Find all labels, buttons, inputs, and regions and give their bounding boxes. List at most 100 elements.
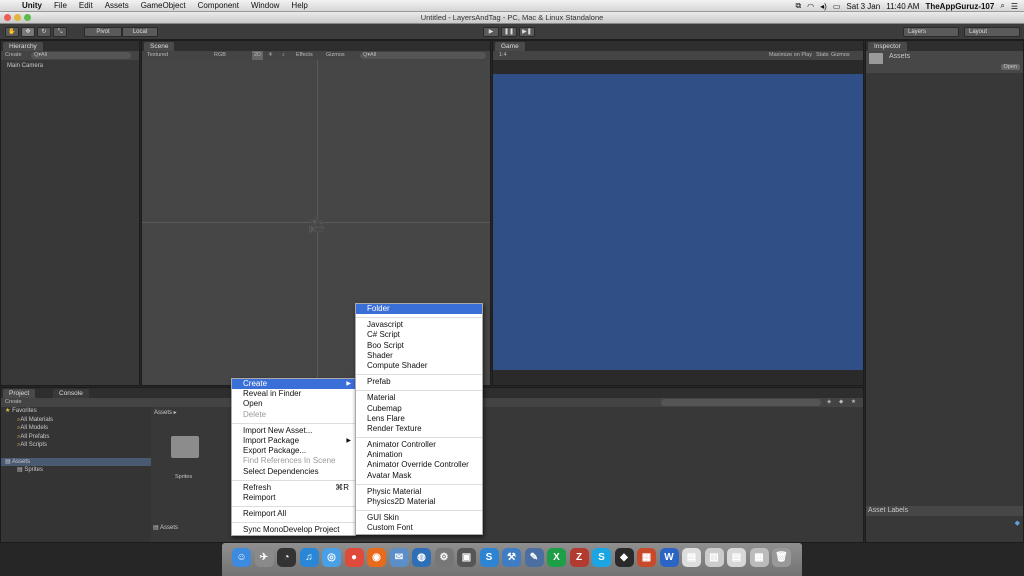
create-item-animation[interactable]: Animation (356, 450, 482, 460)
menu-gameobject[interactable]: GameObject (135, 1, 192, 10)
texturepacker-icon[interactable]: ▦ (637, 548, 656, 567)
menubar-date[interactable]: Sat 3 Jan (846, 2, 880, 11)
status-tray-icon[interactable]: ⧉ (795, 1, 801, 11)
trash-icon[interactable]: 🗑 (772, 548, 791, 567)
menubar-user[interactable]: TheAppGuruz-107 (925, 2, 994, 11)
spotlight-icon[interactable]: ⌕ (1000, 1, 1004, 11)
menu-item-import-package[interactable]: Import Package ▶ (232, 436, 355, 446)
stacks-icon[interactable]: ▦ (749, 548, 769, 567)
menu-item-sync-monodevelop-project[interactable]: Sync MonoDevelop Project (232, 525, 355, 535)
favorite-all-materials[interactable]: ⌕All Materials (1, 416, 151, 425)
favorite-search-icon[interactable]: ★ (851, 398, 856, 407)
pivot-toggle[interactable]: Pivot (84, 27, 122, 37)
firefox-icon[interactable]: ◉ (367, 548, 386, 567)
favorite-all-models[interactable]: ⌕All Models (1, 424, 151, 433)
menu-file[interactable]: File (48, 1, 73, 10)
project-create-button[interactable]: Create (5, 398, 22, 407)
scale-tool-icon[interactable]: ⤡ (53, 27, 67, 37)
menu-item-export-package[interactable]: Export Package... (232, 446, 355, 456)
step-button[interactable]: ▶❚ (519, 27, 535, 37)
menu-item-select-dependencies[interactable]: Select Dependencies (232, 467, 355, 477)
scene-effects-dropdown[interactable]: Effects (296, 51, 313, 60)
create-item-c-script[interactable]: C# Script (356, 330, 482, 340)
tab-scene[interactable]: Scene (144, 42, 175, 51)
battery-icon[interactable]: ▭ (833, 2, 841, 11)
xcode-icon[interactable]: ⚒ (502, 548, 521, 567)
menu-component[interactable]: Component (192, 1, 245, 10)
game-aspect-dropdown[interactable]: 1:4 (499, 51, 507, 60)
camera-gizmo-icon[interactable]: 🎥 (308, 217, 325, 234)
minimize-window-icon[interactable] (14, 14, 21, 21)
globe-icon[interactable]: ◍ (412, 548, 431, 567)
create-item-physic-material[interactable]: Physic Material (356, 487, 482, 497)
create-item-animator-controller[interactable]: Animator Controller (356, 440, 482, 450)
menubar-time[interactable]: 11:40 AM (886, 2, 919, 11)
preview-icon[interactable]: ▥ (704, 548, 724, 567)
hand-tool-icon[interactable]: ✋ (5, 27, 19, 37)
hierarchy-item-main-camera[interactable]: Main Camera (7, 62, 133, 71)
project-breadcrumb[interactable]: Assets ▸ (154, 409, 177, 416)
favorites-group[interactable]: ★ Favorites (1, 407, 151, 416)
excel-icon[interactable]: X (547, 548, 566, 567)
document-icon[interactable]: ▤ (682, 548, 701, 567)
create-item-gui-skin[interactable]: GUI Skin (356, 513, 482, 523)
create-item-compute-shader[interactable]: Compute Shader (356, 361, 482, 371)
tab-console[interactable]: Console (53, 389, 89, 398)
notes-icon[interactable]: ▤ (727, 548, 746, 567)
menu-item-refresh[interactable]: Refresh ⌘R (232, 483, 355, 493)
hierarchy-create-button[interactable]: Create (5, 51, 22, 60)
notification-icon[interactable]: ☰ (1011, 2, 1018, 11)
tag-icon[interactable]: ◆ (1015, 519, 1020, 527)
tab-hierarchy[interactable]: Hierarchy (3, 42, 43, 51)
sprites-grid-label[interactable]: Sprites (175, 474, 192, 480)
project-search-input[interactable] (661, 399, 821, 406)
pause-button[interactable]: ❚❚ (501, 27, 517, 37)
favorite-all-prefabs[interactable]: ⌕All Prefabs (1, 433, 151, 442)
layers-dropdown[interactable]: Layers (903, 27, 959, 37)
menu-edit[interactable]: Edit (73, 1, 99, 10)
finder-icon[interactable]: ☺ (232, 548, 251, 567)
favorite-all-scripts[interactable]: ⌕All Scripts (1, 441, 151, 450)
play-button[interactable]: ▶ (483, 27, 499, 37)
sourcetree-icon[interactable]: S (479, 548, 499, 567)
create-item-shader[interactable]: Shader (356, 351, 482, 361)
hierarchy-search-input[interactable]: Q▾All (31, 52, 131, 59)
scene-shading-dropdown[interactable]: Textured (147, 51, 168, 60)
menu-item-create[interactable]: Create ▶ (232, 379, 355, 390)
create-item-material[interactable]: Material (356, 393, 482, 403)
scene-gizmos-dropdown[interactable]: Gizmos (326, 51, 345, 60)
create-item-render-texture[interactable]: Render Texture (356, 424, 482, 434)
scene-audio-icon[interactable]: ♪ (282, 51, 285, 60)
scene-rgb-dropdown[interactable]: RGB (214, 51, 226, 60)
skype-icon[interactable]: S (592, 548, 611, 567)
scene-light-icon[interactable]: ☀ (268, 51, 273, 60)
menu-item-reveal-in-finder[interactable]: Reveal in Finder (232, 389, 355, 399)
chrome-icon[interactable]: ● (344, 548, 364, 567)
create-item-folder[interactable]: Folder (356, 304, 482, 315)
volume-icon[interactable]: ◂) (820, 2, 827, 11)
create-item-prefab[interactable]: Prefab (356, 377, 482, 387)
create-item-cubemap[interactable]: Cubemap (356, 404, 482, 414)
layout-dropdown[interactable]: Layout (964, 27, 1020, 37)
create-item-avatar-mask[interactable]: Avatar Mask (356, 471, 482, 481)
wifi-icon[interactable]: ◠ (807, 2, 814, 11)
maximize-on-play-toggle[interactable]: Maximize on Play (769, 51, 812, 60)
scene-search-input[interactable]: Q▾All (360, 52, 486, 59)
game-view[interactable] (493, 74, 863, 370)
inspector-open-button[interactable]: Open (1000, 64, 1020, 70)
menu-item-reimport[interactable]: Reimport (232, 493, 355, 503)
menu-assets[interactable]: Assets (99, 1, 135, 10)
textwrangler-icon[interactable]: ✎ (524, 548, 544, 567)
unity-icon[interactable]: ◆ (614, 548, 634, 567)
create-item-physics2d-material[interactable]: Physics2D Material (356, 497, 482, 507)
create-item-lens-flare[interactable]: Lens Flare (356, 414, 482, 424)
close-window-icon[interactable] (4, 14, 11, 21)
tab-game[interactable]: Game (495, 42, 525, 51)
menu-item-import-new-asset[interactable]: Import New Asset... (232, 426, 355, 436)
launchpad-icon[interactable]: ✈ (254, 548, 274, 567)
search-by-type-icon[interactable]: ◈ (827, 398, 831, 407)
create-item-javascript[interactable]: Javascript (356, 320, 482, 330)
monodevelop-icon[interactable]: ⚙ (434, 548, 454, 567)
rotate-tool-icon[interactable]: ↻ (37, 27, 51, 37)
menu-window[interactable]: Window (245, 1, 285, 10)
